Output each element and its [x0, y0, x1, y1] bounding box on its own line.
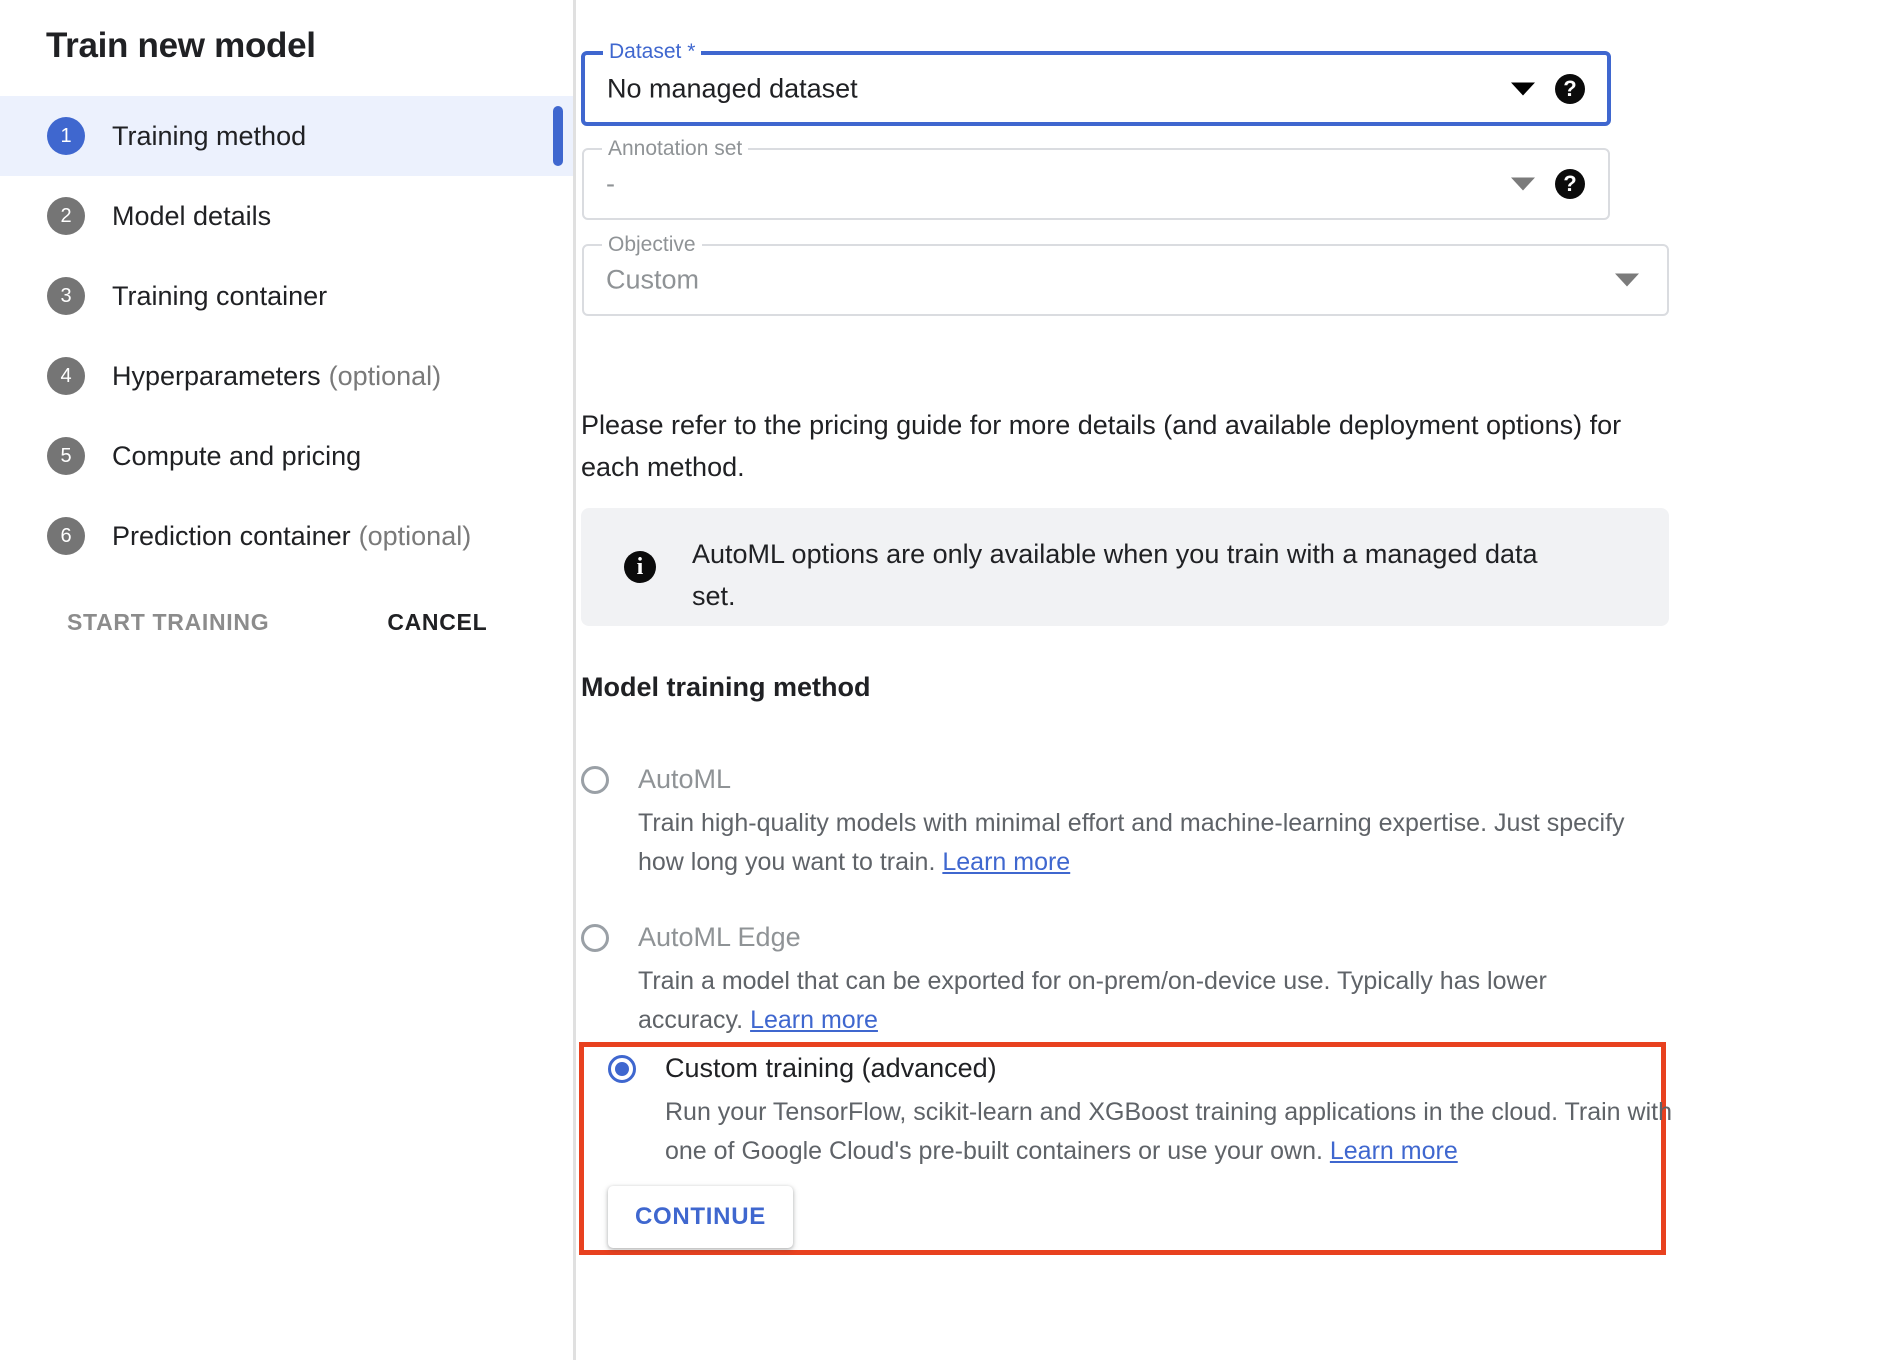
- radio-button-custom-training[interactable]: [608, 1055, 636, 1083]
- option-description-text: Train high-quality models with minimal e…: [638, 809, 1625, 876]
- cancel-button[interactable]: CANCEL: [367, 595, 507, 650]
- radio-button-automl-edge[interactable]: [581, 924, 609, 952]
- model-training-method-heading: Model training method: [581, 672, 871, 703]
- chevron-down-icon[interactable]: [1615, 274, 1639, 287]
- info-icon: i: [624, 551, 656, 583]
- wizard-step-list: 1 Training method 2 Model details 3 Trai…: [0, 96, 573, 576]
- dataset-value: No managed dataset: [607, 73, 858, 104]
- banner-text: AutoML options are only available when y…: [692, 533, 1582, 617]
- annotation-set-value: -: [606, 169, 615, 200]
- option-header-row: AutoML: [581, 764, 1671, 794]
- dataset-select[interactable]: Dataset * No managed dataset ?: [581, 51, 1611, 126]
- chevron-down-icon[interactable]: [1511, 178, 1535, 191]
- sidebar-item-label: Model details: [112, 201, 271, 232]
- annotation-set-label: Annotation set: [602, 137, 748, 161]
- step-number-badge: 2: [47, 197, 85, 235]
- sidebar-item-training-method[interactable]: 1 Training method: [0, 96, 573, 176]
- pricing-guide-text: Please refer to the pricing guide for mo…: [581, 404, 1646, 488]
- sidebar-item-hyperparameters[interactable]: 4 Hyperparameters (optional): [0, 336, 573, 416]
- help-icon[interactable]: ?: [1555, 169, 1585, 199]
- option-description-text: Run your TensorFlow, scikit-learn and XG…: [665, 1098, 1672, 1165]
- training-method-panel: Dataset * No managed dataset ? Annotatio…: [579, 0, 1890, 1360]
- train-new-model-page: Train new model 1 Training method 2 Mode…: [0, 0, 1890, 1360]
- step-number-badge: 6: [47, 517, 85, 555]
- option-header-row: AutoML Edge: [581, 922, 1671, 952]
- page-title: Train new model: [46, 26, 316, 66]
- start-training-button[interactable]: START TRAINING: [47, 595, 289, 650]
- continue-button[interactable]: CONTINUE: [608, 1186, 793, 1248]
- option-description: Train a model that can be exported for o…: [638, 962, 1648, 1040]
- automl-availability-banner: i AutoML options are only available when…: [581, 508, 1669, 626]
- sidebar-item-label: Compute and pricing: [112, 441, 361, 472]
- sidebar-item-training-container[interactable]: 3 Training container: [0, 256, 573, 336]
- learn-more-link[interactable]: Learn more: [1330, 1137, 1458, 1165]
- step-number-badge: 3: [47, 277, 85, 315]
- option-header-row: Custom training (advanced): [608, 1053, 1698, 1083]
- step-number-badge: 4: [47, 357, 85, 395]
- objective-select[interactable]: Objective Custom: [582, 244, 1669, 316]
- sidebar-item-label: Prediction container: [112, 521, 351, 552]
- chevron-down-icon[interactable]: [1511, 82, 1535, 95]
- sidebar-item-optional-tag: (optional): [359, 521, 472, 552]
- sidebar-item-label: Training method: [112, 121, 306, 152]
- radio-option-custom-training[interactable]: Custom training (advanced) Run your Tens…: [608, 1053, 1698, 1171]
- sidebar-item-label: Training container: [112, 281, 327, 312]
- dataset-label: Dataset *: [603, 40, 701, 64]
- wizard-sidebar: Train new model 1 Training method 2 Mode…: [0, 0, 576, 1360]
- option-description: Run your TensorFlow, scikit-learn and XG…: [665, 1093, 1685, 1171]
- option-title: AutoML Edge: [638, 922, 801, 952]
- learn-more-link[interactable]: Learn more: [750, 1006, 878, 1034]
- sidebar-item-compute-and-pricing[interactable]: 5 Compute and pricing: [0, 416, 573, 496]
- radio-option-automl[interactable]: AutoML Train high-quality models with mi…: [581, 764, 1671, 882]
- radio-button-automl[interactable]: [581, 766, 609, 794]
- active-step-indicator: [553, 106, 563, 166]
- sidebar-item-prediction-container[interactable]: 6 Prediction container (optional): [0, 496, 573, 576]
- objective-value: Custom: [606, 265, 699, 296]
- option-title: Custom training (advanced): [665, 1053, 997, 1083]
- objective-label: Objective: [602, 233, 702, 257]
- sidebar-item-model-details[interactable]: 2 Model details: [0, 176, 573, 256]
- radio-option-automl-edge[interactable]: AutoML Edge Train a model that can be ex…: [581, 922, 1671, 1040]
- sidebar-item-optional-tag: (optional): [329, 361, 442, 392]
- help-icon[interactable]: ?: [1555, 74, 1585, 104]
- sidebar-action-bar: START TRAINING CANCEL: [0, 595, 507, 650]
- annotation-set-select[interactable]: Annotation set - ?: [582, 148, 1610, 220]
- option-title: AutoML: [638, 764, 731, 794]
- step-number-badge: 5: [47, 437, 85, 475]
- sidebar-item-label: Hyperparameters: [112, 361, 321, 392]
- step-number-badge: 1: [47, 117, 85, 155]
- option-description: Train high-quality models with minimal e…: [638, 804, 1648, 882]
- learn-more-link[interactable]: Learn more: [942, 848, 1070, 876]
